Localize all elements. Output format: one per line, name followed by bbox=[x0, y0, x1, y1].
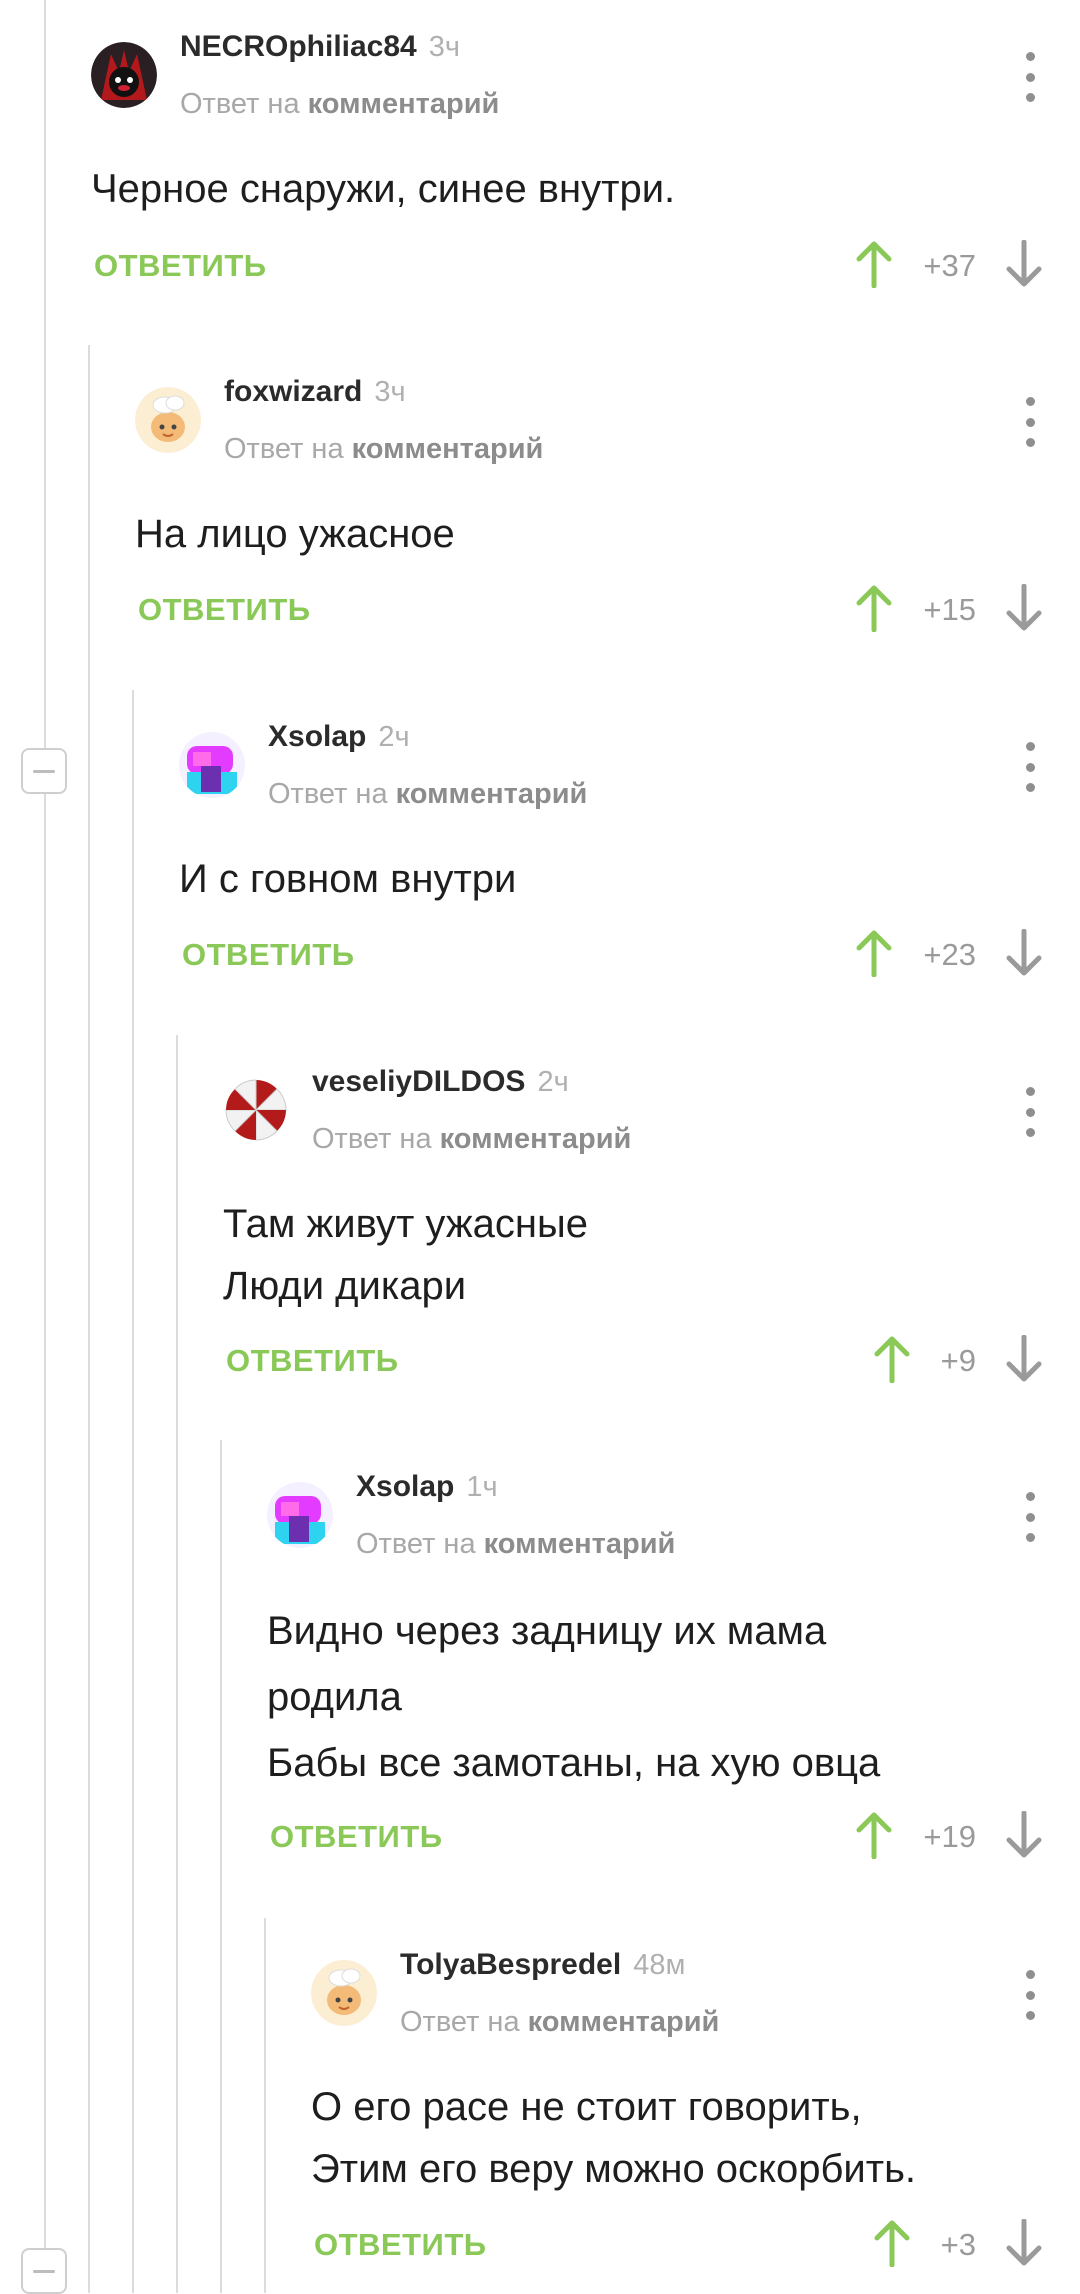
thread-line bbox=[44, 0, 46, 2293]
downvote-arrow-icon[interactable] bbox=[1004, 929, 1044, 977]
downvote-arrow-icon[interactable] bbox=[1004, 2219, 1044, 2267]
rating: +15 bbox=[923, 592, 976, 627]
thread-line bbox=[88, 345, 90, 2293]
avatar[interactable] bbox=[135, 387, 201, 453]
avatar[interactable] bbox=[311, 1960, 377, 2026]
author-name[interactable]: Xsolap bbox=[268, 720, 366, 753]
reply-prefix: Ответ на bbox=[312, 1123, 432, 1155]
reply-prefix: Ответ на bbox=[268, 778, 388, 810]
author-line: Xsolap 2ч bbox=[268, 720, 410, 754]
rating: +3 bbox=[940, 2227, 976, 2262]
reply-link[interactable]: комментарий bbox=[528, 2006, 720, 2038]
avatar[interactable] bbox=[223, 1077, 289, 1143]
reply-link[interactable]: комментарий bbox=[440, 1123, 632, 1155]
reply-link[interactable]: комментарий bbox=[352, 433, 544, 465]
comment-text: О его расе не стоит говорить, Этим его в… bbox=[311, 2085, 917, 2191]
reply-button[interactable]: ОТВЕТИТЬ bbox=[314, 2227, 487, 2263]
more-menu-icon[interactable] bbox=[1020, 742, 1040, 792]
upvote-arrow-icon[interactable] bbox=[854, 240, 894, 288]
avatar[interactable] bbox=[267, 1482, 333, 1548]
author-line: veseliyDILDOS 2ч bbox=[312, 1065, 569, 1099]
downvote-arrow-icon[interactable] bbox=[1004, 1811, 1044, 1859]
reply-to: Ответ на комментарий bbox=[356, 1528, 675, 1561]
author-line: Xsolap 1ч bbox=[356, 1470, 498, 1504]
umbrella-avatar-icon bbox=[223, 1077, 289, 1143]
reply-to: Ответ на комментарий bbox=[312, 1123, 631, 1156]
more-menu-icon[interactable] bbox=[1020, 397, 1040, 447]
upvote-arrow-icon[interactable] bbox=[854, 929, 894, 977]
downvote-arrow-icon[interactable] bbox=[1004, 584, 1044, 632]
chef-avatar-icon bbox=[135, 387, 201, 453]
collapse-thread-button[interactable] bbox=[21, 748, 67, 794]
reply-link[interactable]: комментарий bbox=[396, 778, 588, 810]
rating: +37 bbox=[923, 248, 976, 283]
reply-button[interactable]: ОТВЕТИТЬ bbox=[270, 1819, 443, 1855]
collapse-thread-button[interactable] bbox=[21, 2248, 67, 2294]
comment-text: Черное снаружи, синее внутри. bbox=[91, 167, 676, 211]
dark-bear-avatar-icon bbox=[91, 42, 157, 108]
comment-time: 2ч bbox=[378, 721, 410, 753]
thread-line bbox=[264, 1918, 266, 2293]
thread-line bbox=[176, 1035, 178, 2293]
reply-link[interactable]: комментарий bbox=[484, 1528, 676, 1560]
upvote-arrow-icon[interactable] bbox=[854, 1811, 894, 1859]
chef-avatar-icon bbox=[311, 1960, 377, 2026]
author-line: foxwizard 3ч bbox=[224, 375, 406, 409]
comment-text: На лицо ужасное bbox=[135, 512, 455, 556]
upvote-arrow-icon[interactable] bbox=[854, 584, 894, 632]
reply-prefix: Ответ на bbox=[356, 1528, 476, 1560]
more-menu-icon[interactable] bbox=[1020, 52, 1040, 102]
reply-to: Ответ на комментарий bbox=[224, 433, 543, 466]
reply-prefix: Ответ на bbox=[180, 88, 300, 120]
reply-button[interactable]: ОТВЕТИТЬ bbox=[182, 937, 355, 973]
more-menu-icon[interactable] bbox=[1020, 1970, 1040, 2020]
comment-time: 3ч bbox=[374, 376, 406, 408]
downvote-arrow-icon[interactable] bbox=[1004, 1335, 1044, 1383]
more-menu-icon[interactable] bbox=[1020, 1492, 1040, 1542]
reply-button[interactable]: ОТВЕТИТЬ bbox=[94, 248, 267, 284]
comment-text: Видно через задницу их мама родила Бабы … bbox=[267, 1609, 881, 1785]
reply-link[interactable]: комментарий bbox=[308, 88, 500, 120]
author-name[interactable]: TolyaBespredel bbox=[400, 1948, 621, 1981]
rating: +9 bbox=[940, 1343, 976, 1378]
author-line: NECROphiliac84 3ч bbox=[180, 30, 460, 64]
thread-line bbox=[220, 1440, 222, 2293]
reply-button[interactable]: ОТВЕТИТЬ bbox=[138, 592, 311, 628]
reply-to: Ответ на комментарий bbox=[268, 778, 587, 811]
comment-time: 2ч bbox=[537, 1066, 569, 1098]
neon-avatar-icon bbox=[179, 732, 245, 798]
author-name[interactable]: foxwizard bbox=[224, 375, 362, 408]
more-menu-icon[interactable] bbox=[1020, 1087, 1040, 1137]
comment-text: И с говном внутри bbox=[179, 857, 517, 901]
neon-avatar-icon bbox=[267, 1482, 333, 1548]
avatar[interactable] bbox=[91, 42, 157, 108]
rating: +23 bbox=[923, 937, 976, 972]
reply-prefix: Ответ на bbox=[400, 2006, 520, 2038]
reply-to: Ответ на комментарий bbox=[400, 2006, 719, 2039]
reply-to: Ответ на комментарий bbox=[180, 88, 499, 121]
comment-time: 1ч bbox=[466, 1471, 498, 1503]
author-line: TolyaBespredel 48м bbox=[400, 1948, 685, 1982]
comment-text: Там живут ужасные Люди дикари bbox=[223, 1202, 588, 1308]
downvote-arrow-icon[interactable] bbox=[1004, 240, 1044, 288]
avatar[interactable] bbox=[179, 732, 245, 798]
author-name[interactable]: veseliyDILDOS bbox=[312, 1065, 525, 1098]
comment-time: 48м bbox=[633, 1949, 686, 1981]
reply-prefix: Ответ на bbox=[224, 433, 344, 465]
author-name[interactable]: Xsolap bbox=[356, 1470, 454, 1503]
thread-line bbox=[132, 690, 134, 2293]
author-name[interactable]: NECROphiliac84 bbox=[180, 30, 417, 63]
comment-time: 3ч bbox=[428, 31, 460, 63]
rating: +19 bbox=[923, 1819, 976, 1854]
reply-button[interactable]: ОТВЕТИТЬ bbox=[226, 1343, 399, 1379]
